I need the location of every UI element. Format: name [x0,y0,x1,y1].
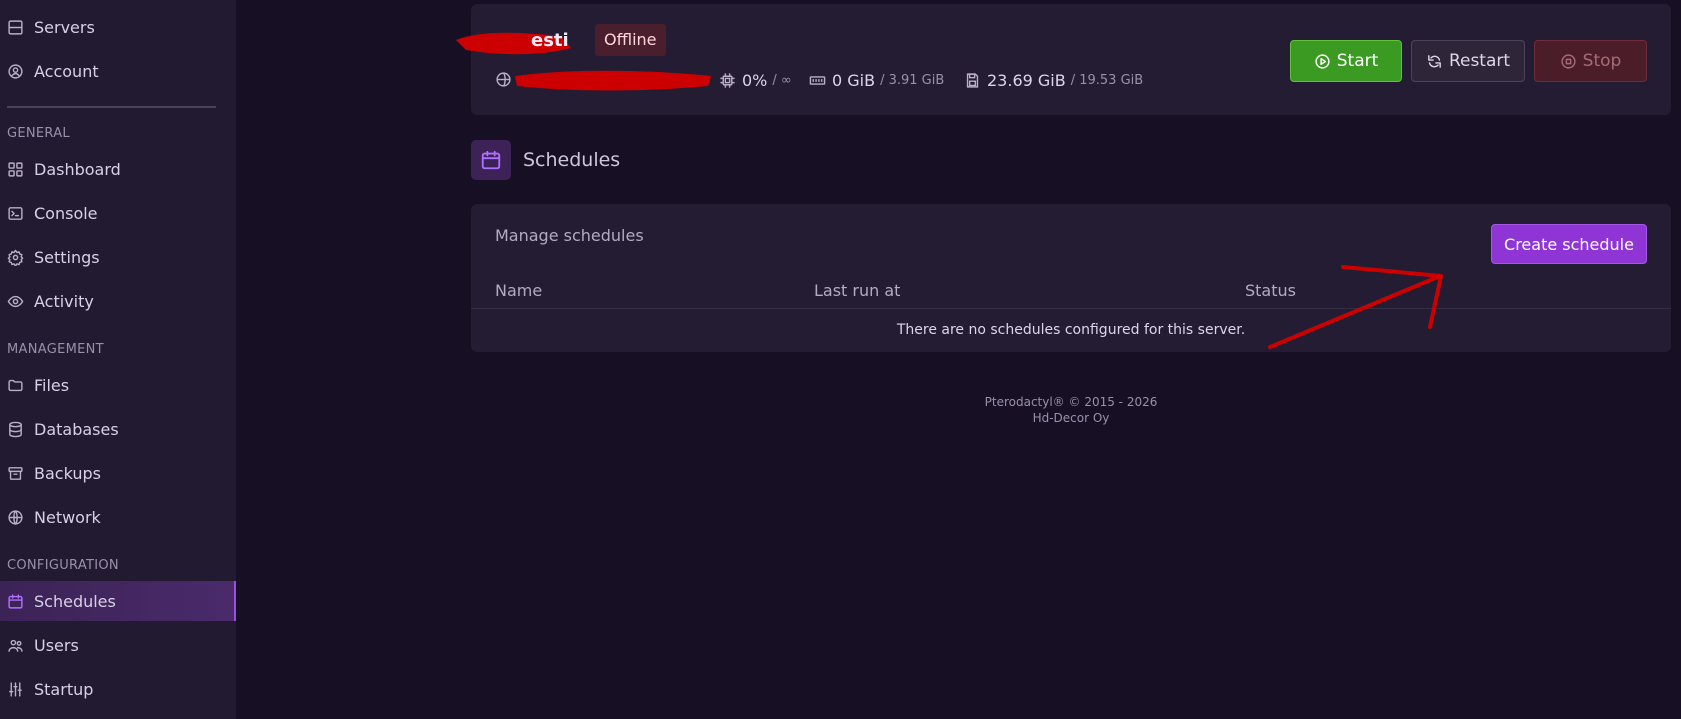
nav-label: Users [34,635,79,655]
disk-icon [966,73,979,88]
start-label: Start [1336,51,1379,71]
globe-icon [7,509,24,526]
nav-console[interactable]: Console [0,193,236,233]
cpu-limit: / ∞ [772,73,792,88]
nav-label: Startup [34,679,94,699]
server-header: esti Offline 0% / ∞ 0 GiB / 3.91 GiB 23.… [456,4,1671,115]
refresh-icon [1428,54,1441,68]
nav-label: Network [34,507,101,527]
memory-icon [809,76,826,85]
column-header-last-run[interactable]: Last run at [814,281,900,300]
nav-schedules[interactable]: Schedules [0,581,236,621]
server-name: esti [531,30,569,51]
disk-value: 23.69 GiB [987,71,1066,90]
stat-cpu: 0% / ∞ [719,71,792,90]
sidebar: Servers Account GENERAL Dashboard Consol… [0,0,236,719]
footer: Pterodactyl® © 2015 - 2026 Hd-Decor Oy [471,394,1671,426]
stop-label: Stop [1582,51,1622,71]
nav-label: Dashboard [34,159,121,179]
create-schedule-button[interactable]: Create schedule [1491,224,1647,264]
database-icon [7,421,24,438]
sidebar-divider [7,106,216,108]
memory-value: 0 GiB [832,71,876,90]
cpu-value: 0% [742,71,768,90]
nav-startup[interactable]: Startup [0,669,236,709]
nav-label: Activity [34,291,94,311]
sliders-icon [7,681,24,698]
nav-label: Databases [34,419,119,439]
memory-limit: / 3.91 GiB [880,73,945,88]
redaction-mark [456,32,571,55]
users-icon [7,637,24,654]
section-general: GENERAL [7,126,70,141]
annotation-arrow [1268,265,1443,349]
archive-icon [7,465,24,482]
grid-icon [7,161,24,178]
stat-disk: 23.69 GiB / 19.53 GiB [964,71,1143,90]
nav-label: Settings [34,247,100,267]
nav-activity[interactable]: Activity [0,281,236,321]
nav-label: Servers [34,17,95,37]
status-badge: Offline [595,24,666,56]
nav-label: Account [34,61,99,81]
nav-settings[interactable]: Settings [0,237,236,277]
nav-files[interactable]: Files [0,365,236,405]
globe-icon [496,72,511,87]
calendar-icon [481,150,501,170]
schedules-title-icon [471,140,511,180]
server-icon [7,19,24,36]
redaction-mark [515,70,711,91]
restart-button[interactable]: Restart [1411,40,1525,82]
user-circle-icon [7,63,24,80]
restart-label: Restart [1448,51,1511,71]
empty-state-message: There are no schedules configured for th… [896,322,1246,338]
nav-label: Backups [34,463,101,483]
section-management: MANAGEMENT [7,342,104,357]
nav-dashboard[interactable]: Dashboard [0,149,236,189]
nav-backups[interactable]: Backups [0,453,236,493]
stat-memory: 0 GiB / 3.91 GiB [809,71,944,90]
manage-schedules-label: Manage schedules [495,226,644,245]
nav-network[interactable]: Network [0,497,236,537]
play-icon [1315,53,1330,69]
nav-label: Schedules [34,591,116,611]
disk-limit: / 19.53 GiB [1070,73,1144,88]
gear-icon [7,249,24,266]
cpu-icon [720,73,735,88]
footer-copyright: Pterodactyl® © 2015 - 2026 [984,395,1158,409]
eye-icon [7,293,24,310]
nav-databases[interactable]: Databases [0,409,236,449]
page-title: Schedules [523,149,621,171]
terminal-icon [7,205,24,222]
nav-account[interactable]: Account [0,51,236,91]
nav-label: Console [34,203,98,223]
footer-company: Hd-Decor Oy [1032,411,1110,425]
start-button[interactable]: Start [1290,40,1402,82]
nav-servers[interactable]: Servers [0,7,236,47]
table-divider [471,308,1671,309]
nav-label: Files [34,375,70,395]
stop-button[interactable]: Stop [1534,40,1647,82]
folder-icon [7,377,24,394]
column-header-name[interactable]: Name [495,281,542,300]
schedules-card: Manage schedules Create schedule Name La… [471,204,1671,352]
nav-users[interactable]: Users [0,625,236,665]
stop-icon [1561,53,1576,69]
calendar-icon [7,593,24,610]
section-configuration: CONFIGURATION [7,558,119,573]
